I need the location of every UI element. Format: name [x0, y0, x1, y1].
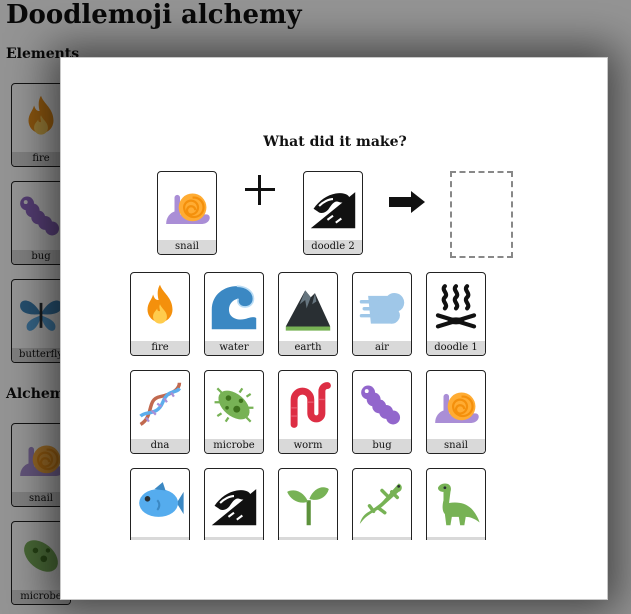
- card-label: dna: [131, 439, 189, 453]
- ingredient-a-card[interactable]: snail: [157, 171, 217, 255]
- dinosaur-icon: [427, 469, 485, 537]
- doodle-1-icon: [427, 273, 485, 341]
- choice-card-lizard[interactable]: [352, 468, 412, 540]
- card-label: bug: [353, 439, 411, 453]
- card-label: [353, 537, 411, 540]
- earth-icon: [279, 273, 337, 341]
- right-arrow-icon: [389, 191, 425, 213]
- result-slot[interactable]: [450, 171, 513, 258]
- doodle-2-icon: [205, 469, 263, 537]
- card-label: snail: [158, 240, 216, 254]
- ingredient-b-card[interactable]: doodle 2: [303, 171, 363, 255]
- choice-card-dinosaur[interactable]: [426, 468, 486, 540]
- card-label: doodle 2: [304, 240, 362, 254]
- fish-icon: [131, 469, 189, 537]
- fire-icon: [131, 273, 189, 341]
- choice-card-doodle-2[interactable]: [204, 468, 264, 540]
- card-label: earth: [279, 341, 337, 355]
- choice-card-snail[interactable]: snail: [426, 370, 486, 454]
- choice-card-seedling[interactable]: [278, 468, 338, 540]
- card-label: [427, 537, 485, 540]
- dialog-question: What did it make?: [263, 134, 407, 150]
- choice-card-air[interactable]: air: [352, 272, 412, 356]
- card-label: worm: [279, 439, 337, 453]
- worm-icon: [279, 371, 337, 439]
- choice-card-microbe[interactable]: microbe: [204, 370, 264, 454]
- choice-card-earth[interactable]: earth: [278, 272, 338, 356]
- card-label: microbe: [205, 439, 263, 453]
- card-label: fire: [131, 341, 189, 355]
- choice-card-dna[interactable]: dna: [130, 370, 190, 454]
- card-label: [205, 537, 263, 540]
- card-label: water: [205, 341, 263, 355]
- card-label: snail: [427, 439, 485, 453]
- choice-card-worm[interactable]: worm: [278, 370, 338, 454]
- water-icon: [205, 273, 263, 341]
- snail-icon: [158, 172, 216, 240]
- choice-card-fire[interactable]: fire: [130, 272, 190, 356]
- air-icon: [353, 273, 411, 341]
- plus-icon: [245, 175, 275, 205]
- lizard-icon: [353, 469, 411, 537]
- card-label: doodle 1: [427, 341, 485, 355]
- bug-icon: [353, 371, 411, 439]
- snail-icon: [427, 371, 485, 439]
- seedling-icon: [279, 469, 337, 537]
- dialog-scroll-area[interactable]: What did it make? snail doodle 2 fire wa…: [61, 58, 609, 540]
- card-label: air: [353, 341, 411, 355]
- choice-card-fish[interactable]: [130, 468, 190, 540]
- choice-card-bug[interactable]: bug: [352, 370, 412, 454]
- combine-dialog: What did it make? snail doodle 2 fire wa…: [60, 57, 608, 600]
- choice-card-water[interactable]: water: [204, 272, 264, 356]
- card-label: [279, 537, 337, 540]
- choice-card-doodle-1[interactable]: doodle 1: [426, 272, 486, 356]
- dna-icon: [131, 371, 189, 439]
- microbe-icon: [205, 371, 263, 439]
- doodle-2-icon: [304, 172, 362, 240]
- card-label: [131, 537, 189, 540]
